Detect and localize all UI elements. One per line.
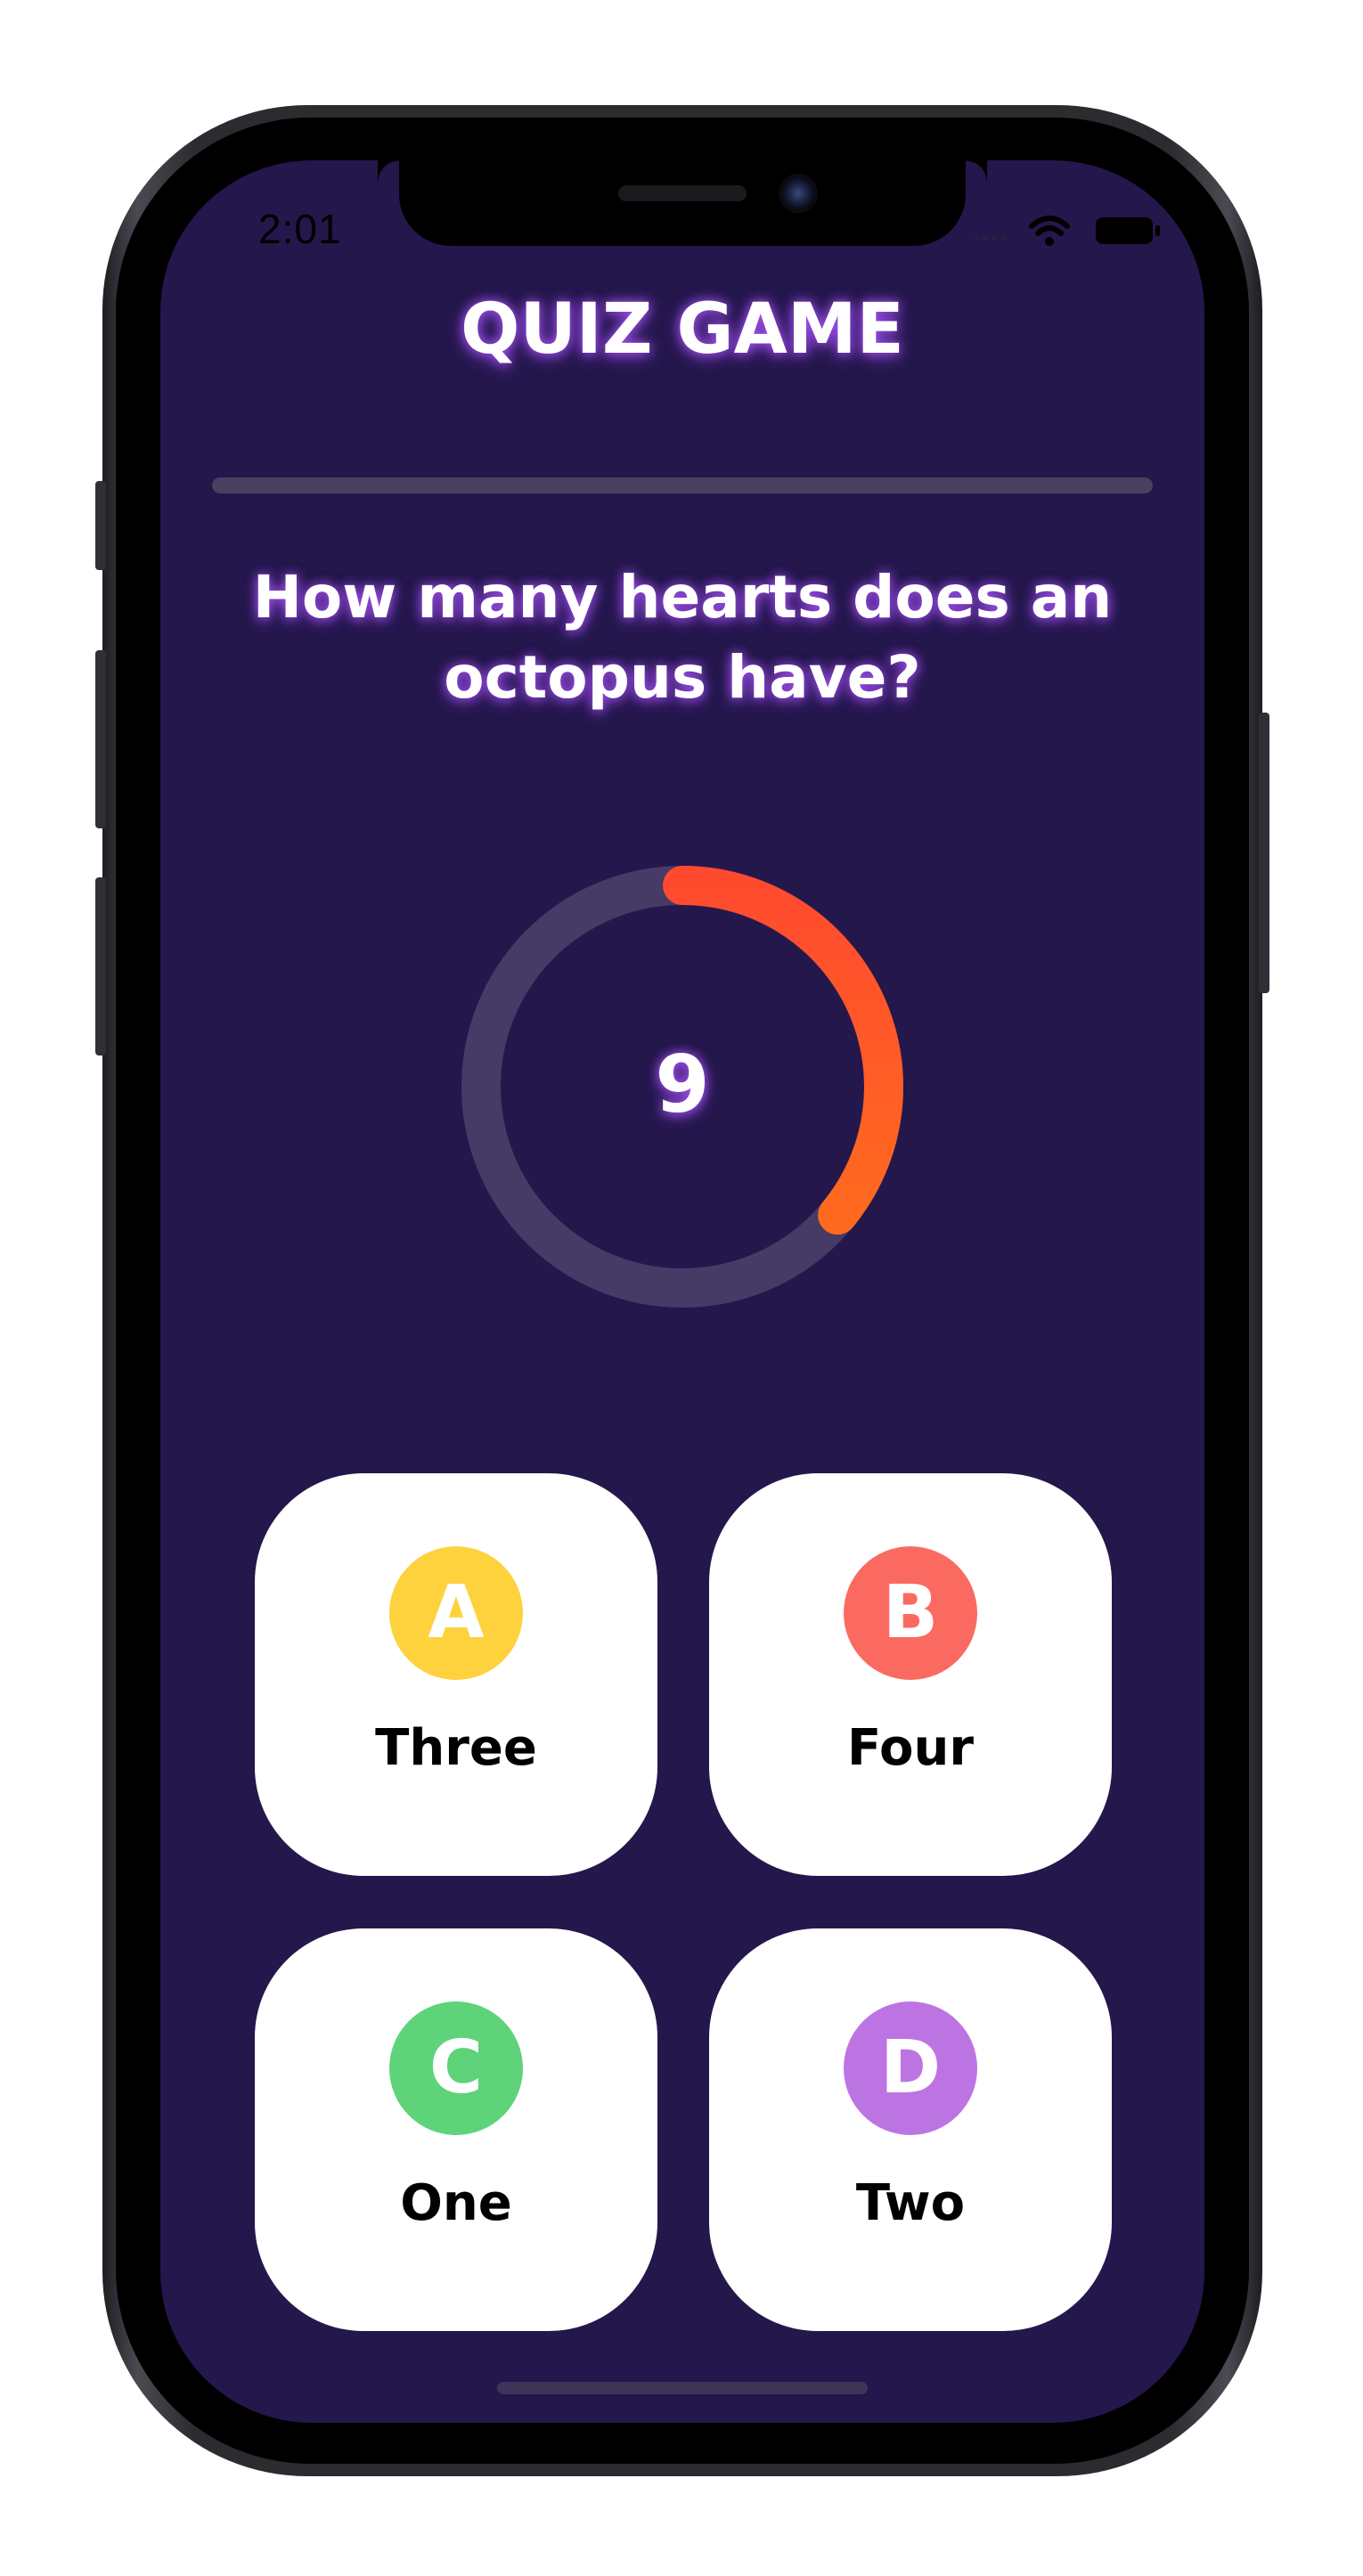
status-time: 2:01 [258, 206, 342, 252]
answer-option-c[interactable]: C One [255, 1928, 657, 2331]
answer-letter-badge: C [389, 2001, 523, 2135]
power-button [1259, 713, 1269, 993]
answer-option-b[interactable]: B Four [709, 1473, 1112, 1876]
timer-seconds: 9 [655, 1039, 710, 1130]
answer-letter-badge: B [844, 1546, 977, 1680]
answer-option-d[interactable]: D Two [709, 1928, 1112, 2331]
notch-corner-left [378, 160, 399, 182]
answer-letter-badge: A [389, 1546, 523, 1680]
answer-label: Four [847, 1719, 974, 1777]
answer-option-a[interactable]: A Three [255, 1473, 657, 1876]
question-text: How many hearts does an octopus have? [252, 563, 1113, 712]
home-indicator[interactable] [497, 2382, 868, 2394]
answer-letter-badge: D [844, 2001, 977, 2135]
answer-label: Two [855, 2174, 966, 2232]
status-icons [974, 216, 1160, 246]
battery-icon [1096, 217, 1160, 244]
front-camera [779, 174, 818, 213]
quiz-progress-bar [212, 477, 1153, 493]
answer-label: Three [375, 1719, 537, 1777]
answer-label: One [400, 2174, 512, 2232]
cellular-icon [974, 236, 1006, 241]
earpiece-speaker [618, 185, 747, 201]
wifi-icon [1029, 216, 1070, 246]
notch [399, 160, 966, 246]
volume-down-button [95, 877, 106, 1056]
mute-switch [95, 481, 106, 570]
page-title: QUIZ GAME [461, 289, 904, 370]
volume-up-button [95, 650, 106, 828]
notch-corner-right [966, 160, 987, 182]
